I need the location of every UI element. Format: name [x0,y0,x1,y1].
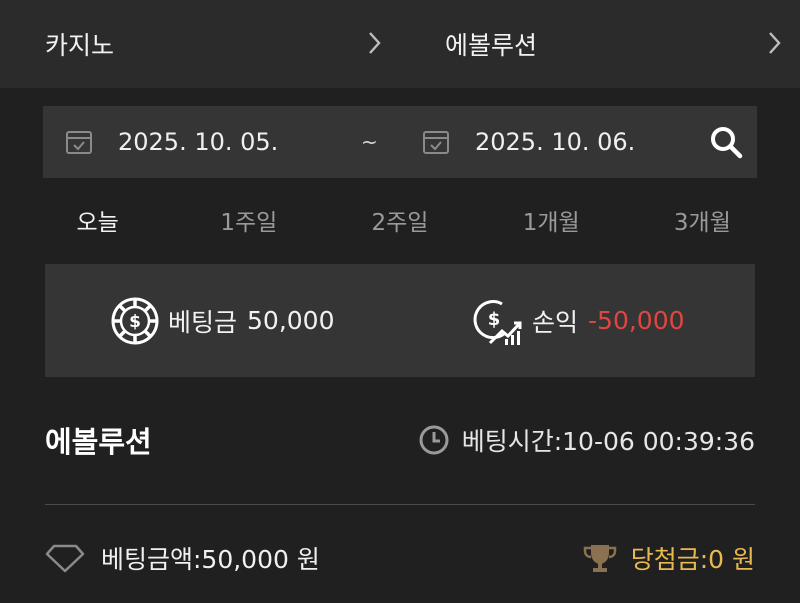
bet-total-label: 베팅금 [168,307,238,337]
record-bet-amount: 베팅금액:50,000 원 [45,530,320,586]
profit-loss-value: -50,000 [588,306,685,335]
tab-2-weeks[interactable]: 2주일 [324,190,475,250]
bet-total-value: 50,000 [247,306,335,335]
breadcrumb: 카지노 에볼루션 [0,0,800,88]
calendar-check-icon [423,131,449,154]
winnings-text: 당첨금:0 원 [630,545,755,574]
profit-chart-icon: $ [473,299,522,345]
end-date-value: 2025. 10. 06. [475,128,636,156]
period-tabs: 오늘 1주일 2주일 1개월 3개월 [22,190,778,250]
bet-total: $ 베팅금 50,000 [110,264,335,377]
search-icon[interactable] [709,125,743,159]
date-separator: ~ [361,130,378,154]
casino-chip-icon: $ [111,297,159,344]
tab-3-months[interactable]: 3개월 [627,190,778,250]
record-divider [45,504,755,505]
clock-icon [419,425,449,455]
bet-amount-text: 베팅금액:50,000 원 [101,545,320,574]
svg-text:$: $ [488,309,501,330]
tab-1-month[interactable]: 1개월 [476,190,627,250]
diamond-icon [45,544,85,573]
start-date-field[interactable]: 2025. 10. 05. [118,106,278,178]
date-range-filter: 2025. 10. 05. ~ 2025. 10. 06. [43,106,757,178]
profit-loss-label: 손익 [532,307,579,337]
breadcrumb-game-label: 에볼루션 [445,31,538,60]
breadcrumb-category-label: 카지노 [45,31,115,60]
profit-loss: $ 손익 -50,000 [472,264,685,377]
start-date-value: 2025. 10. 05. [118,128,279,156]
breadcrumb-category[interactable]: 카지노 [45,0,114,88]
trophy-icon [583,545,616,572]
breadcrumb-game[interactable]: 에볼루션 [445,0,537,88]
svg-text:$: $ [129,312,141,332]
chevron-right-icon[interactable] [768,30,782,56]
bet-time-text: 베팅시간:10-06 00:39:36 [461,427,755,456]
record-game-name: 에볼루션 [45,425,152,459]
tab-today[interactable]: 오늘 [22,190,173,250]
summary-panel: $ 베팅금 50,000 $ 손익 -50,000 [45,264,755,377]
calendar-check-icon [66,131,92,154]
record-bet-time: 베팅시간:10-06 00:39:36 [418,412,755,468]
record-winnings: 당첨금:0 원 [583,530,755,586]
tab-1-week[interactable]: 1주일 [173,190,324,250]
chevron-right-icon [369,32,381,54]
end-date-field[interactable]: 2025. 10. 06. [475,106,635,178]
